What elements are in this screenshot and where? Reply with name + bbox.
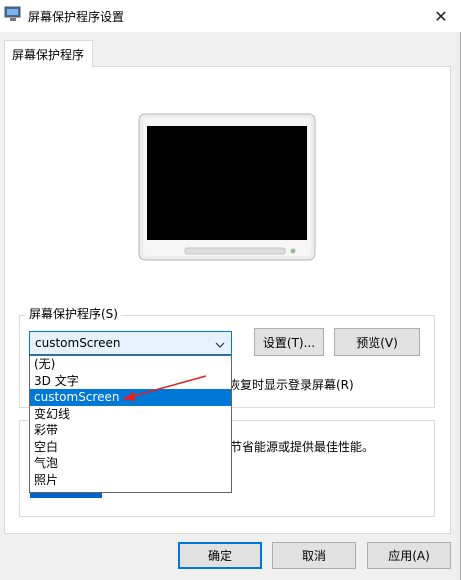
cancel-button[interactable]: 取消 xyxy=(272,542,356,569)
screensaver-settings-icon xyxy=(4,6,22,22)
screensaver-settings-window: 屏幕保护程序设置 ✕ 屏幕保护程序 屏幕保护程序(S) customScreen… xyxy=(0,0,461,580)
preview-button[interactable]: 预览(V) xyxy=(334,328,420,356)
close-icon[interactable]: ✕ xyxy=(421,0,461,32)
window-title: 屏幕保护程序设置 xyxy=(28,10,125,24)
screensaver-select[interactable]: customScreen xyxy=(29,331,232,355)
screensaver-group-label: 屏幕保护程序(S) xyxy=(26,305,121,322)
dropdown-option[interactable]: 空白 xyxy=(30,439,231,456)
dropdown-option[interactable]: customScreen xyxy=(30,389,231,406)
dropdown-option[interactable]: 照片 xyxy=(30,472,231,489)
dropdown-option[interactable]: 气泡 xyxy=(30,455,231,472)
screensaver-dropdown-list: (无) 3D 文字 customScreen 变幻线 彩带 空白 气泡 照片 xyxy=(29,355,232,493)
dropdown-option[interactable]: (无) xyxy=(30,356,231,373)
title-bar: 屏幕保护程序设置 ✕ xyxy=(0,0,461,32)
tab-screensaver[interactable]: 屏幕保护程序 xyxy=(4,40,93,67)
settings-button[interactable]: 设置(T)... xyxy=(254,328,324,356)
resume-show-login-label[interactable]: 恢复时显示登录屏幕(R) xyxy=(228,376,354,393)
dropdown-option[interactable]: 彩带 xyxy=(30,422,231,439)
power-description: 节省能源或提供最佳性能。 xyxy=(230,440,375,454)
dropdown-option[interactable]: 3D 文字 xyxy=(30,373,231,390)
monitor-preview-image xyxy=(137,112,317,262)
apply-button[interactable]: 应用(A) xyxy=(367,542,451,569)
ok-button[interactable]: 确定 xyxy=(178,542,262,569)
dropdown-option[interactable]: 变幻线 xyxy=(30,406,231,423)
chevron-down-icon[interactable] xyxy=(215,338,225,348)
